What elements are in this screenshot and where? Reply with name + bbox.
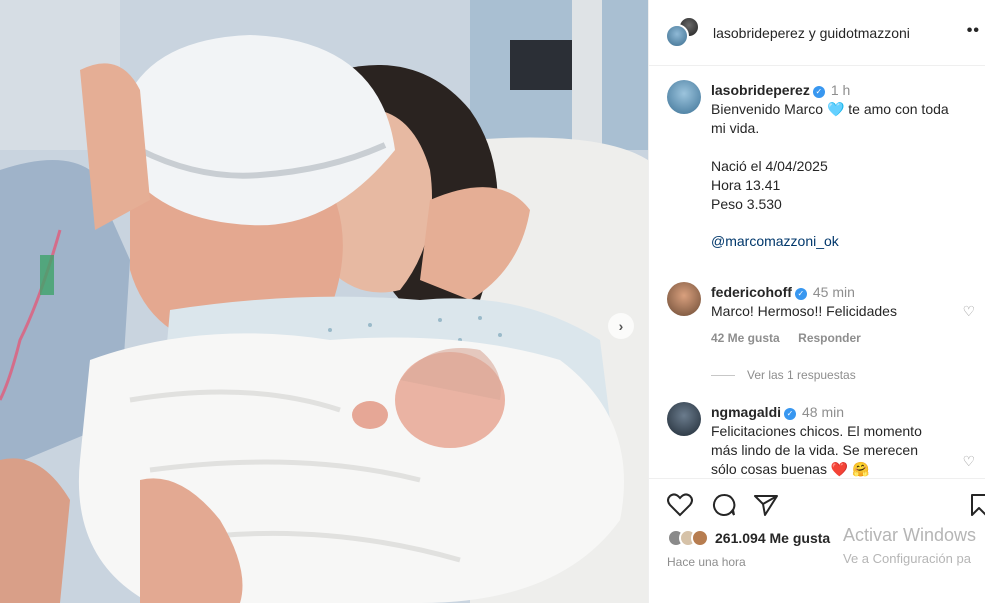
avatar[interactable] (667, 402, 701, 436)
view-replies[interactable]: Ver las 1 respuestas (711, 368, 856, 382)
view-replies-label[interactable]: Ver las 1 respuestas (747, 368, 856, 382)
comment-time: 45 min (812, 284, 855, 300)
comment-username[interactable]: ngmagaldi (711, 404, 781, 420)
post-side-panel: lasobrideperez y guidotmazzoni •• lasobr… (648, 0, 985, 603)
posted-time: Hace una hora (667, 555, 746, 569)
avatar (691, 529, 709, 547)
comment-text: más lindo de la vida. Se merecen (711, 442, 918, 458)
save-bookmark-icon[interactable] (969, 493, 985, 517)
post-header: lasobrideperez y guidotmazzoni •• (649, 0, 985, 66)
caption-text-line: Bienvenido Marco 🩵 te amo con toda (711, 101, 949, 117)
caption-text-line: Nació el 4/04/2025 (711, 158, 828, 174)
windows-watermark-title: Activar Windows (843, 525, 977, 545)
caption-time: 1 h (830, 82, 851, 98)
photo-illustration (0, 0, 648, 603)
reply-button[interactable]: Responder (798, 331, 861, 345)
comment-like-heart-icon[interactable]: ♡ (962, 303, 975, 320)
caption-text-line: Hora 13.41 (711, 177, 781, 193)
more-options-icon[interactable]: •• (967, 22, 980, 40)
divider (711, 374, 735, 376)
verified-icon: ✓ (794, 288, 807, 300)
verified-icon: ✓ (784, 408, 797, 420)
comment-text: Marco! Hermoso!! Felicidades (711, 303, 897, 319)
comment-text: Felicitaciones chicos. El momento (711, 423, 922, 439)
avatar[interactable] (665, 24, 689, 48)
comment-text: sólo cosas buenas ❤️ 🤗 (711, 461, 870, 477)
comment-item: federicohoff ✓ 45 min Marco! Hermoso!! Fel… (711, 284, 971, 347)
verified-icon: ✓ (812, 86, 825, 98)
comment-icon[interactable] (711, 493, 737, 517)
caption-username[interactable]: lasobrideperez (711, 82, 810, 98)
post-authors[interactable]: lasobrideperez y guidotmazzoni (713, 25, 910, 41)
comment-time: 48 min (802, 404, 845, 420)
comment-likes[interactable]: 42 Me gusta (711, 331, 780, 345)
caption-block: lasobrideperez ✓ 1 h Bienvenido Marco 🩵 te… (711, 82, 971, 249)
avatar[interactable] (667, 282, 701, 316)
caption-text-line: Peso 3.530 (711, 196, 782, 212)
windows-watermark-subtitle: Ve a Configuración pa (843, 551, 971, 566)
likes-summary[interactable]: 261.094 Me gusta (667, 529, 830, 547)
avatar[interactable] (667, 80, 701, 114)
comment-like-heart-icon[interactable]: ♡ (962, 453, 975, 470)
caption-mention-link[interactable]: @marcomazzoni_ok (711, 233, 971, 249)
like-heart-icon[interactable] (667, 493, 693, 517)
caption-text-line: mi vida. (711, 120, 760, 136)
post-photo[interactable]: › (0, 0, 648, 603)
share-send-icon[interactable] (753, 493, 779, 517)
next-photo-button[interactable]: › (608, 313, 634, 339)
comment-username[interactable]: federicohoff (711, 284, 792, 300)
likes-count[interactable]: 261.094 Me gusta (715, 530, 830, 546)
comment-item: ngmagaldi ✓ 48 min Felicitaciones chicos. … (711, 404, 971, 479)
